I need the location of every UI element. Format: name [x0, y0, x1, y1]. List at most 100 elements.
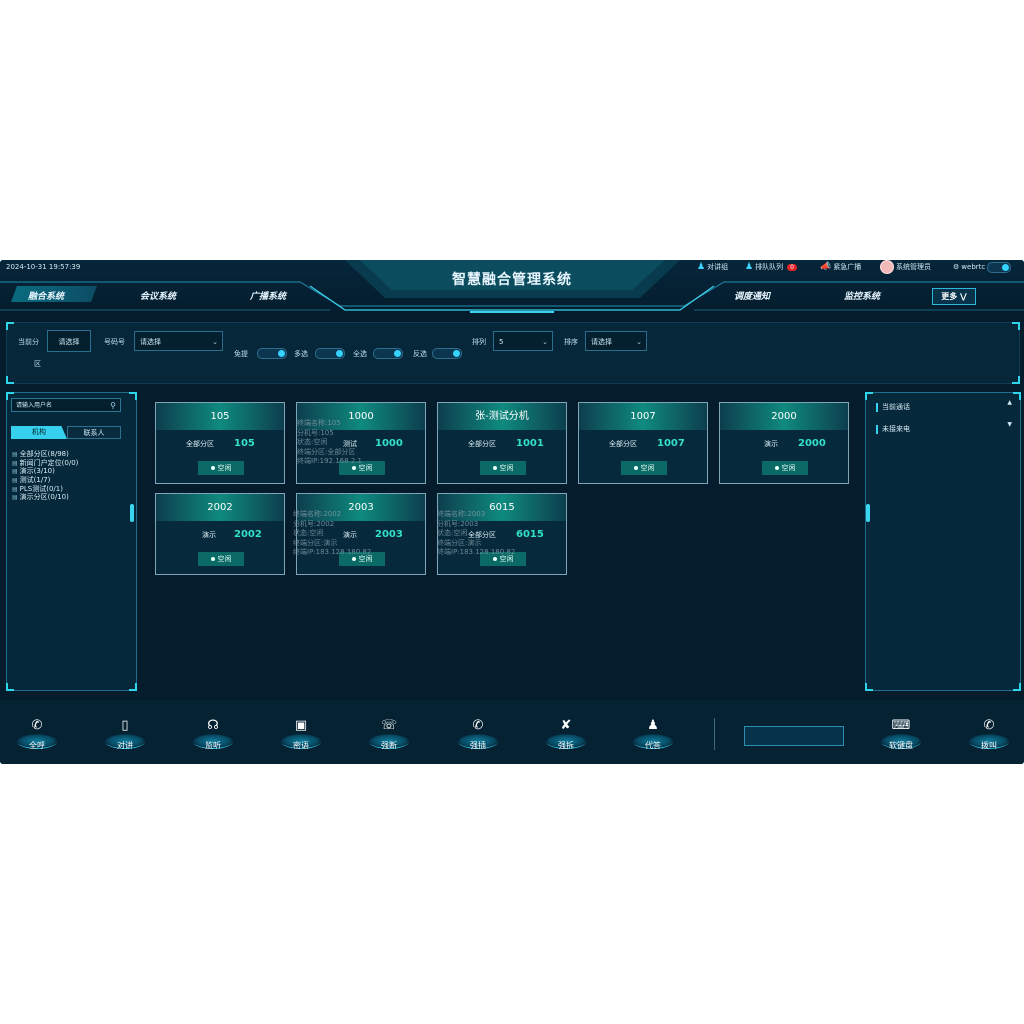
card-status-button[interactable]: 空闲	[480, 461, 526, 475]
right-panel: 当前通话 未接来电 ▲ ▼	[865, 392, 1021, 691]
card-zone: 演示	[764, 440, 778, 448]
queue-icon: ♟	[745, 262, 754, 272]
more-button[interactable]: 更多 ⋁	[932, 288, 976, 305]
dial-button[interactable]: ✆ 拨叫	[966, 718, 1012, 758]
tab-organization[interactable]: 机构	[11, 426, 67, 439]
barge-in-icon: ✆	[472, 718, 484, 733]
multi-select-toggle[interactable]	[315, 348, 345, 359]
group-select[interactable]: 请选择 ⌄	[134, 331, 223, 351]
card-title: 105	[156, 403, 284, 430]
corner-decoration	[865, 392, 873, 400]
nav-broadcast-system[interactable]: 广播系统	[250, 289, 286, 302]
search-input[interactable]: 请输入用户名 ⚲	[11, 398, 121, 412]
current-call-item[interactable]: 当前通话	[876, 403, 910, 412]
card-tooltip: 终端名称:105 分机号:105 状态:空闲 终端分区:全部分区 终端IP:19…	[297, 419, 362, 465]
tree-node-icon: ▤	[12, 494, 18, 501]
hangup-icon: ☏	[380, 718, 398, 733]
status-dot-icon	[492, 466, 497, 470]
columns-select[interactable]: 5 ⌄	[493, 331, 553, 351]
webrtc-toggle[interactable]	[987, 261, 1012, 273]
search-icon[interactable]: ⚲	[110, 399, 116, 413]
corner-decoration	[6, 376, 14, 384]
datetime: 2024-10-31 19:57:39	[6, 263, 81, 271]
corner-decoration	[6, 683, 14, 691]
force-disconnect-button[interactable]: ✘ 强拆	[543, 718, 589, 758]
intercom-group-icon: ♟	[697, 262, 706, 272]
queue-button[interactable]: ♟ 排队队列 0	[745, 261, 797, 273]
card-number: 2000	[798, 438, 826, 449]
sort-select[interactable]: 请选择 ⌄	[585, 331, 647, 351]
nav-dispatch-notice[interactable]: 调度通知	[734, 289, 770, 302]
scroll-down-icon[interactable]: ▼	[1007, 421, 1012, 428]
nav-meeting-system[interactable]: 会议系统	[140, 289, 176, 302]
settings-icon: ⚙	[953, 263, 960, 271]
tab-contacts[interactable]: 联系人	[67, 426, 121, 439]
intercom-button[interactable]: ▯ 对讲	[102, 718, 148, 758]
keyboard-icon: ⌨	[891, 718, 911, 733]
status-dot-icon	[210, 466, 215, 470]
call-icon: ✆	[983, 718, 995, 733]
card-title: 1007	[579, 403, 707, 430]
broadcast-call-button[interactable]: ✆ 全呼	[14, 718, 60, 758]
status-dot-icon	[633, 466, 638, 470]
toggle-label-invert: 反选	[413, 350, 427, 358]
corner-decoration	[1013, 392, 1021, 400]
user-menu[interactable]: 系统管理员	[880, 260, 931, 274]
tree-node-icon: ▤	[12, 477, 18, 484]
agent-icon: ♟	[647, 718, 659, 733]
card-status-button[interactable]: 空闲	[621, 461, 667, 475]
corner-decoration	[1012, 322, 1020, 330]
current-zone-label: 当前分	[18, 338, 39, 346]
whisper-button[interactable]: ▣ 密语	[278, 718, 324, 758]
group-label: 号码号	[104, 338, 125, 346]
chevron-down-icon: ⌄	[636, 338, 642, 346]
terminal-card[interactable]: 1007 全部分区 1007 空闲	[578, 402, 708, 484]
action-divider	[714, 718, 715, 750]
card-number: 6015	[516, 529, 544, 540]
answer-for-button[interactable]: ♟ 代答	[630, 718, 676, 758]
card-tooltip: 终端名称:2002 分机号:2002 状态:空闲 终端分区:演示 终端IP:18…	[293, 510, 372, 556]
select-all-toggle[interactable]	[373, 348, 403, 359]
card-number: 1001	[516, 438, 544, 449]
card-tooltip: 终端名称:2003 分机号:2003 状态:空闲 终端分区:演示 终端IP:18…	[437, 510, 516, 556]
current-zone-select[interactable]: 请选择	[47, 330, 91, 352]
soft-keyboard-button[interactable]: ⌨ 软键盘	[878, 718, 924, 758]
tree-item[interactable]: ▤ 演示分区(0/10)	[12, 492, 69, 502]
action-bar	[0, 700, 1024, 764]
scroll-up-icon[interactable]: ▲	[1007, 399, 1012, 406]
intercom-group-button[interactable]: ♟ 对讲组	[697, 261, 728, 273]
dial-number-input[interactable]	[744, 726, 844, 746]
header: 2024-10-31 19:57:39 智慧融合管理系统 ♟ 对讲组 ♟ 排队队…	[0, 260, 1024, 313]
terminal-card[interactable]: 2002 演示 2002 空闲	[155, 493, 285, 575]
webrtc-setting[interactable]: ⚙ webrtc	[953, 261, 1012, 273]
emergency-broadcast-button[interactable]: 📣 紧急广播	[820, 261, 861, 273]
left-panel-collapse-handle[interactable]	[130, 504, 134, 522]
force-hangup-button[interactable]: ☏ 强断	[366, 718, 412, 758]
invert-select-toggle[interactable]	[432, 348, 462, 359]
card-status-button[interactable]: 空闲	[198, 461, 244, 475]
missed-call-item[interactable]: 未接来电	[876, 425, 910, 434]
force-disconnect-icon: ✘	[560, 718, 572, 733]
status-dot-icon	[492, 557, 497, 561]
right-panel-collapse-handle[interactable]	[866, 504, 870, 522]
card-zone: 演示	[202, 531, 216, 539]
card-status-button[interactable]: 空闲	[762, 461, 808, 475]
tree-node-icon: ▤	[12, 451, 18, 458]
card-title: 2000	[720, 403, 848, 430]
nav-fusion-system[interactable]: 融合系统	[28, 289, 64, 302]
terminal-card[interactable]: 张-测试分机 全部分区 1001 空闲	[437, 402, 567, 484]
card-number: 2003	[375, 529, 403, 540]
terminal-card[interactable]: 105 全部分区 105 空闲	[155, 402, 285, 484]
barge-in-button[interactable]: ✆ 强插	[455, 718, 501, 758]
monitor-button[interactable]: ☊ 监听	[190, 718, 236, 758]
handsfree-toggle[interactable]	[257, 348, 287, 359]
columns-label: 排列	[472, 338, 486, 346]
terminal-card[interactable]: 2000 演示 2000 空闲	[719, 402, 849, 484]
card-status-button[interactable]: 空闲	[198, 552, 244, 566]
sort-label: 排序	[564, 338, 578, 346]
megaphone-icon: 📣	[820, 262, 832, 272]
nav-monitor-system[interactable]: 监控系统	[844, 289, 880, 302]
corner-decoration	[865, 683, 873, 691]
queue-badge: 0	[787, 263, 797, 271]
current-zone-label-wrap: 区	[34, 360, 41, 368]
